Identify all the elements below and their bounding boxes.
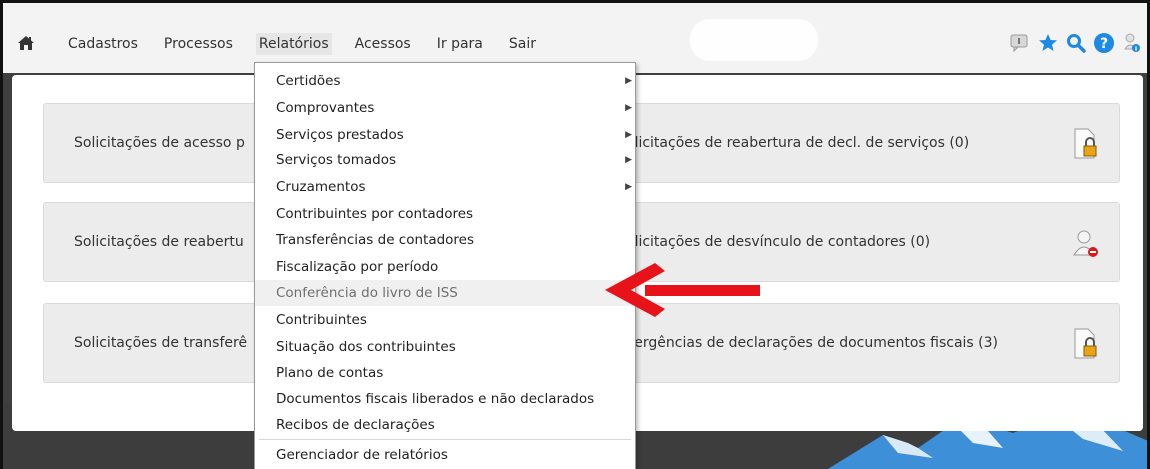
menu-item-plano-contas[interactable]: Plano de contas [255, 360, 635, 386]
main-menu: Cadastros Processos Relatórios Acessos I… [65, 33, 559, 55]
menu-item-label: Situação dos contribuintes [276, 339, 456, 355]
top-icons: ? [1009, 32, 1143, 54]
document-lock-icon [1074, 328, 1097, 359]
annotation-arrow-icon [605, 263, 760, 317]
menu-item-label: Contribuintes por contadores [276, 206, 474, 222]
menu-item-servicos-tomados[interactable]: Serviços tomados ▶ [255, 147, 635, 173]
menu-item-cruzamentos[interactable]: Cruzamentos ▶ [255, 174, 635, 200]
menu-item-label: Conferência do livro de ISS [276, 285, 458, 301]
menu-item-comprovantes[interactable]: Comprovantes ▶ [255, 95, 635, 121]
menu-acessos[interactable]: Acessos [352, 33, 414, 55]
card-label: vergências de declarações de documentos … [626, 335, 999, 351]
submenu-arrow-icon: ▶ [625, 182, 632, 192]
user-icon[interactable] [1121, 32, 1143, 54]
card-label: Solicitações de transferê [74, 335, 248, 351]
menu-item-conferencia-livro-iss[interactable]: Conferência do livro de ISS [255, 280, 635, 306]
submenu-arrow-icon: ▶ [625, 76, 632, 86]
menu-item-label: Recibos de declarações [276, 417, 435, 433]
menu-item-label: Comprovantes [276, 100, 375, 116]
logo-placeholder [690, 19, 818, 61]
card-solicitacoes-acesso[interactable]: Solicitações de acesso p [43, 103, 273, 183]
menu-cadastros[interactable]: Cadastros [65, 33, 141, 55]
card-solicitacoes-transferencia[interactable]: Solicitações de transferê [43, 303, 273, 383]
message-icon[interactable] [1009, 32, 1031, 54]
home-icon[interactable] [17, 35, 35, 51]
menu-item-label: Transferências de contadores [276, 232, 475, 248]
card-label: olicitações de desvínculo de contadores … [626, 234, 931, 250]
menu-item-recibos-declaracoes[interactable]: Recibos de declarações [255, 412, 635, 438]
svg-text:?: ? [1100, 36, 1108, 52]
user-remove-icon [1073, 230, 1098, 257]
menu-item-label: Plano de contas [276, 365, 384, 381]
search-icon[interactable] [1065, 32, 1087, 54]
menu-item-label: Serviços prestados [276, 127, 404, 143]
menu-item-label: Cruzamentos [276, 179, 366, 195]
card-reabertura-decl-servicos[interactable]: olicitações de reabertura de decl. de se… [607, 103, 1120, 183]
menu-item-contribuintes-por-contadores[interactable]: Contribuintes por contadores [255, 201, 635, 227]
app-frame: Cadastros Processos Relatórios Acessos I… [0, 0, 1150, 469]
menu-item-certidoes[interactable]: Certidões ▶ [255, 68, 635, 94]
menu-item-label: Documentos fiscais liberados e não decla… [276, 391, 595, 407]
menu-ir-para[interactable]: Ir para [434, 33, 486, 55]
card-solicitacoes-reabertura[interactable]: Solicitações de reabertu [43, 202, 273, 282]
menu-item-transferencias-contadores[interactable]: Transferências de contadores [255, 227, 635, 253]
menu-item-label: Fiscalização por período [276, 259, 439, 275]
card-label: Solicitações de reabertu [74, 234, 244, 250]
submenu-arrow-icon: ▶ [625, 130, 632, 140]
relatorios-dropdown: Certidões ▶ Comprovantes ▶ Serviços presta… [254, 62, 636, 469]
help-icon[interactable]: ? [1093, 32, 1115, 54]
menu-item-label: Certidões [276, 73, 341, 89]
submenu-arrow-icon: ▶ [625, 103, 632, 113]
menu-item-documentos-fiscais-liberados[interactable]: Documentos fiscais liberados e não decla… [255, 386, 635, 412]
card-label: Solicitações de acesso p [74, 135, 245, 151]
menu-item-situacao-contribuintes[interactable]: Situação dos contribuintes [255, 334, 635, 360]
menu-item-servicos-prestados[interactable]: Serviços prestados ▶ [255, 122, 635, 148]
submenu-arrow-icon: ▶ [625, 155, 632, 165]
menu-item-contribuintes[interactable]: Contribuintes [255, 307, 635, 333]
star-icon[interactable] [1037, 32, 1059, 54]
menu-item-gerenciador-relatorios[interactable]: Gerenciador de relatórios [255, 442, 635, 468]
document-lock-icon [1074, 128, 1097, 159]
card-label: olicitações de reabertura de decl. de se… [626, 135, 970, 151]
menu-relatorios[interactable]: Relatórios [255, 33, 332, 55]
menu-divider [259, 439, 631, 440]
menu-sair[interactable]: Sair [506, 33, 539, 55]
menu-item-label: Serviços tomados [276, 152, 397, 168]
menu-item-label: Gerenciador de relatórios [276, 447, 448, 463]
menu-item-label: Contribuintes [276, 312, 367, 328]
menu-item-fiscalizacao-periodo[interactable]: Fiscalização por período [255, 254, 635, 280]
menu-processos[interactable]: Processos [161, 33, 236, 55]
